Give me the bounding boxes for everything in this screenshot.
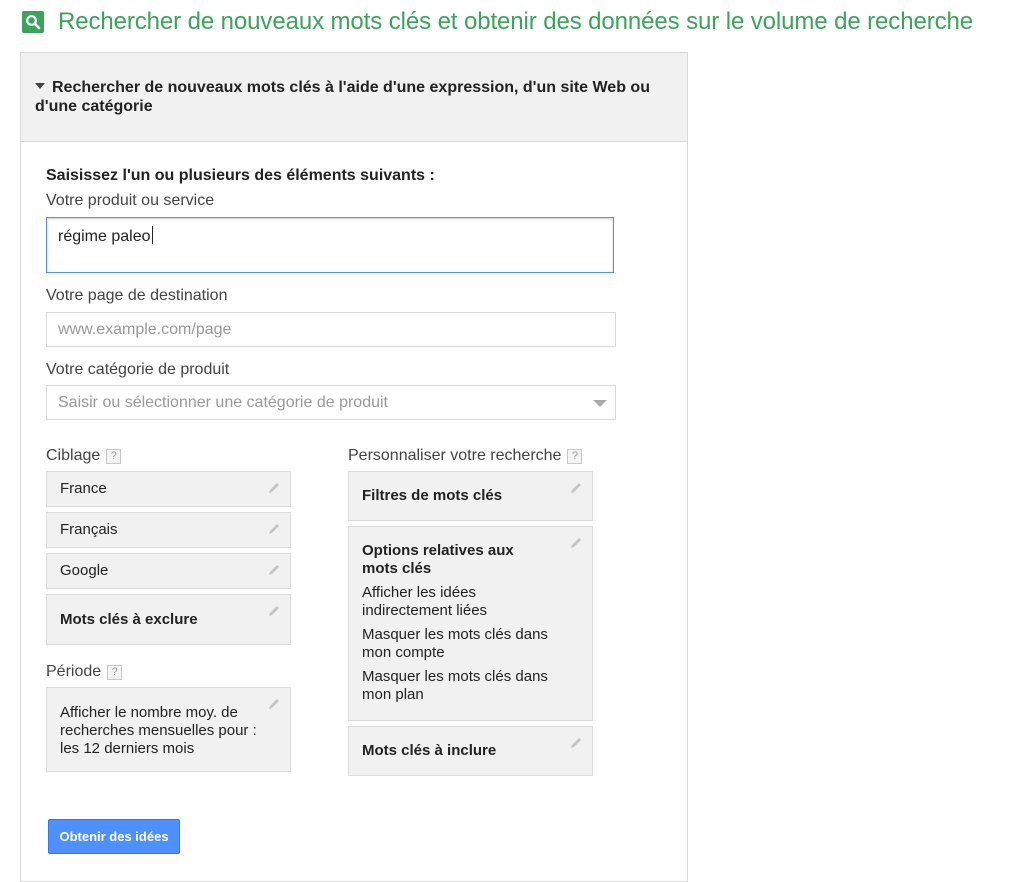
page-header: Rechercher de nouveaux mots clés et obte…	[22, 8, 973, 36]
collapse-caret-icon[interactable]	[35, 83, 45, 89]
pencil-icon[interactable]	[267, 481, 281, 495]
search-icon	[22, 11, 44, 33]
landing-page-input[interactable]: www.example.com/page	[46, 312, 616, 347]
category-select[interactable]: Saisir ou sélectionner une catégorie de …	[46, 385, 616, 420]
product-input[interactable]: régime paleo	[46, 217, 614, 273]
targeting-language[interactable]: Français	[46, 512, 291, 548]
keyword-options-tile[interactable]: Options relatives aux mots clés Afficher…	[348, 526, 593, 721]
landing-page-placeholder: www.example.com/page	[58, 321, 232, 338]
pencil-icon[interactable]	[569, 736, 583, 750]
pencil-icon[interactable]	[569, 536, 583, 550]
keyword-options-title: Options relatives aux mots clés	[362, 542, 514, 577]
pencil-icon[interactable]	[267, 522, 281, 536]
targeting-location-text: France	[60, 480, 107, 497]
get-ideas-button[interactable]: Obtenir des idées	[48, 819, 180, 854]
keyword-option-item: Masquer les mots clés dans mon plan	[362, 668, 548, 703]
period-text: Afficher le nombre moy. de recherches me…	[60, 704, 257, 757]
landing-page-label: Votre page de destination	[46, 287, 228, 304]
keywords-to-include-text: Mots clés à inclure	[362, 742, 497, 759]
negative-keywords-text: Mots clés à exclure	[60, 611, 198, 628]
period-section-label: Période?	[46, 663, 123, 681]
period-tile[interactable]: Afficher le nombre moy. de recherches me…	[46, 687, 291, 772]
panel-header[interactable]: Rechercher de nouveaux mots clés à l'aid…	[21, 53, 687, 142]
targeting-network[interactable]: Google	[46, 553, 291, 589]
keywords-to-include-tile[interactable]: Mots clés à inclure	[348, 726, 593, 776]
form-intro: Saisissez l'un ou plusieurs des éléments…	[46, 167, 435, 184]
keyword-filters-text: Filtres de mots clés	[362, 487, 503, 504]
period-label: Période	[46, 663, 102, 680]
category-label: Votre catégorie de produit	[46, 361, 230, 378]
panel-heading: Rechercher de nouveaux mots clés à l'aid…	[35, 79, 650, 115]
customize-help-icon[interactable]: ?	[567, 449, 583, 464]
category-placeholder: Saisir ou sélectionner une catégorie de …	[58, 394, 388, 411]
product-input-value: régime paleo	[58, 228, 151, 245]
text-cursor	[151, 226, 153, 244]
keyword-filters-tile[interactable]: Filtres de mots clés	[348, 471, 593, 521]
targeting-negative-keywords[interactable]: Mots clés à exclure	[46, 594, 291, 645]
targeting-language-text: Français	[60, 521, 118, 538]
product-label: Votre produit ou service	[46, 192, 215, 209]
targeting-section-label: Ciblage?	[46, 447, 122, 465]
pencil-icon[interactable]	[569, 481, 583, 495]
chevron-down-icon[interactable]	[593, 400, 607, 407]
targeting-network-text: Google	[60, 562, 109, 579]
keyword-option-item: Afficher les idées indirectement liées	[362, 584, 488, 619]
targeting-location[interactable]: France	[46, 471, 291, 507]
targeting-help-icon[interactable]: ?	[106, 449, 122, 464]
pencil-icon[interactable]	[267, 563, 281, 577]
period-help-icon[interactable]: ?	[107, 665, 123, 680]
customize-label: Personnaliser votre recherche	[348, 447, 562, 464]
page-title: Rechercher de nouveaux mots clés et obte…	[58, 8, 973, 35]
keyword-option-item: Masquer les mots clés dans mon compte	[362, 626, 548, 661]
pencil-icon[interactable]	[267, 697, 281, 711]
targeting-label: Ciblage	[46, 447, 101, 464]
customize-section-label: Personnaliser votre recherche?	[348, 447, 583, 465]
pencil-icon[interactable]	[267, 604, 281, 618]
